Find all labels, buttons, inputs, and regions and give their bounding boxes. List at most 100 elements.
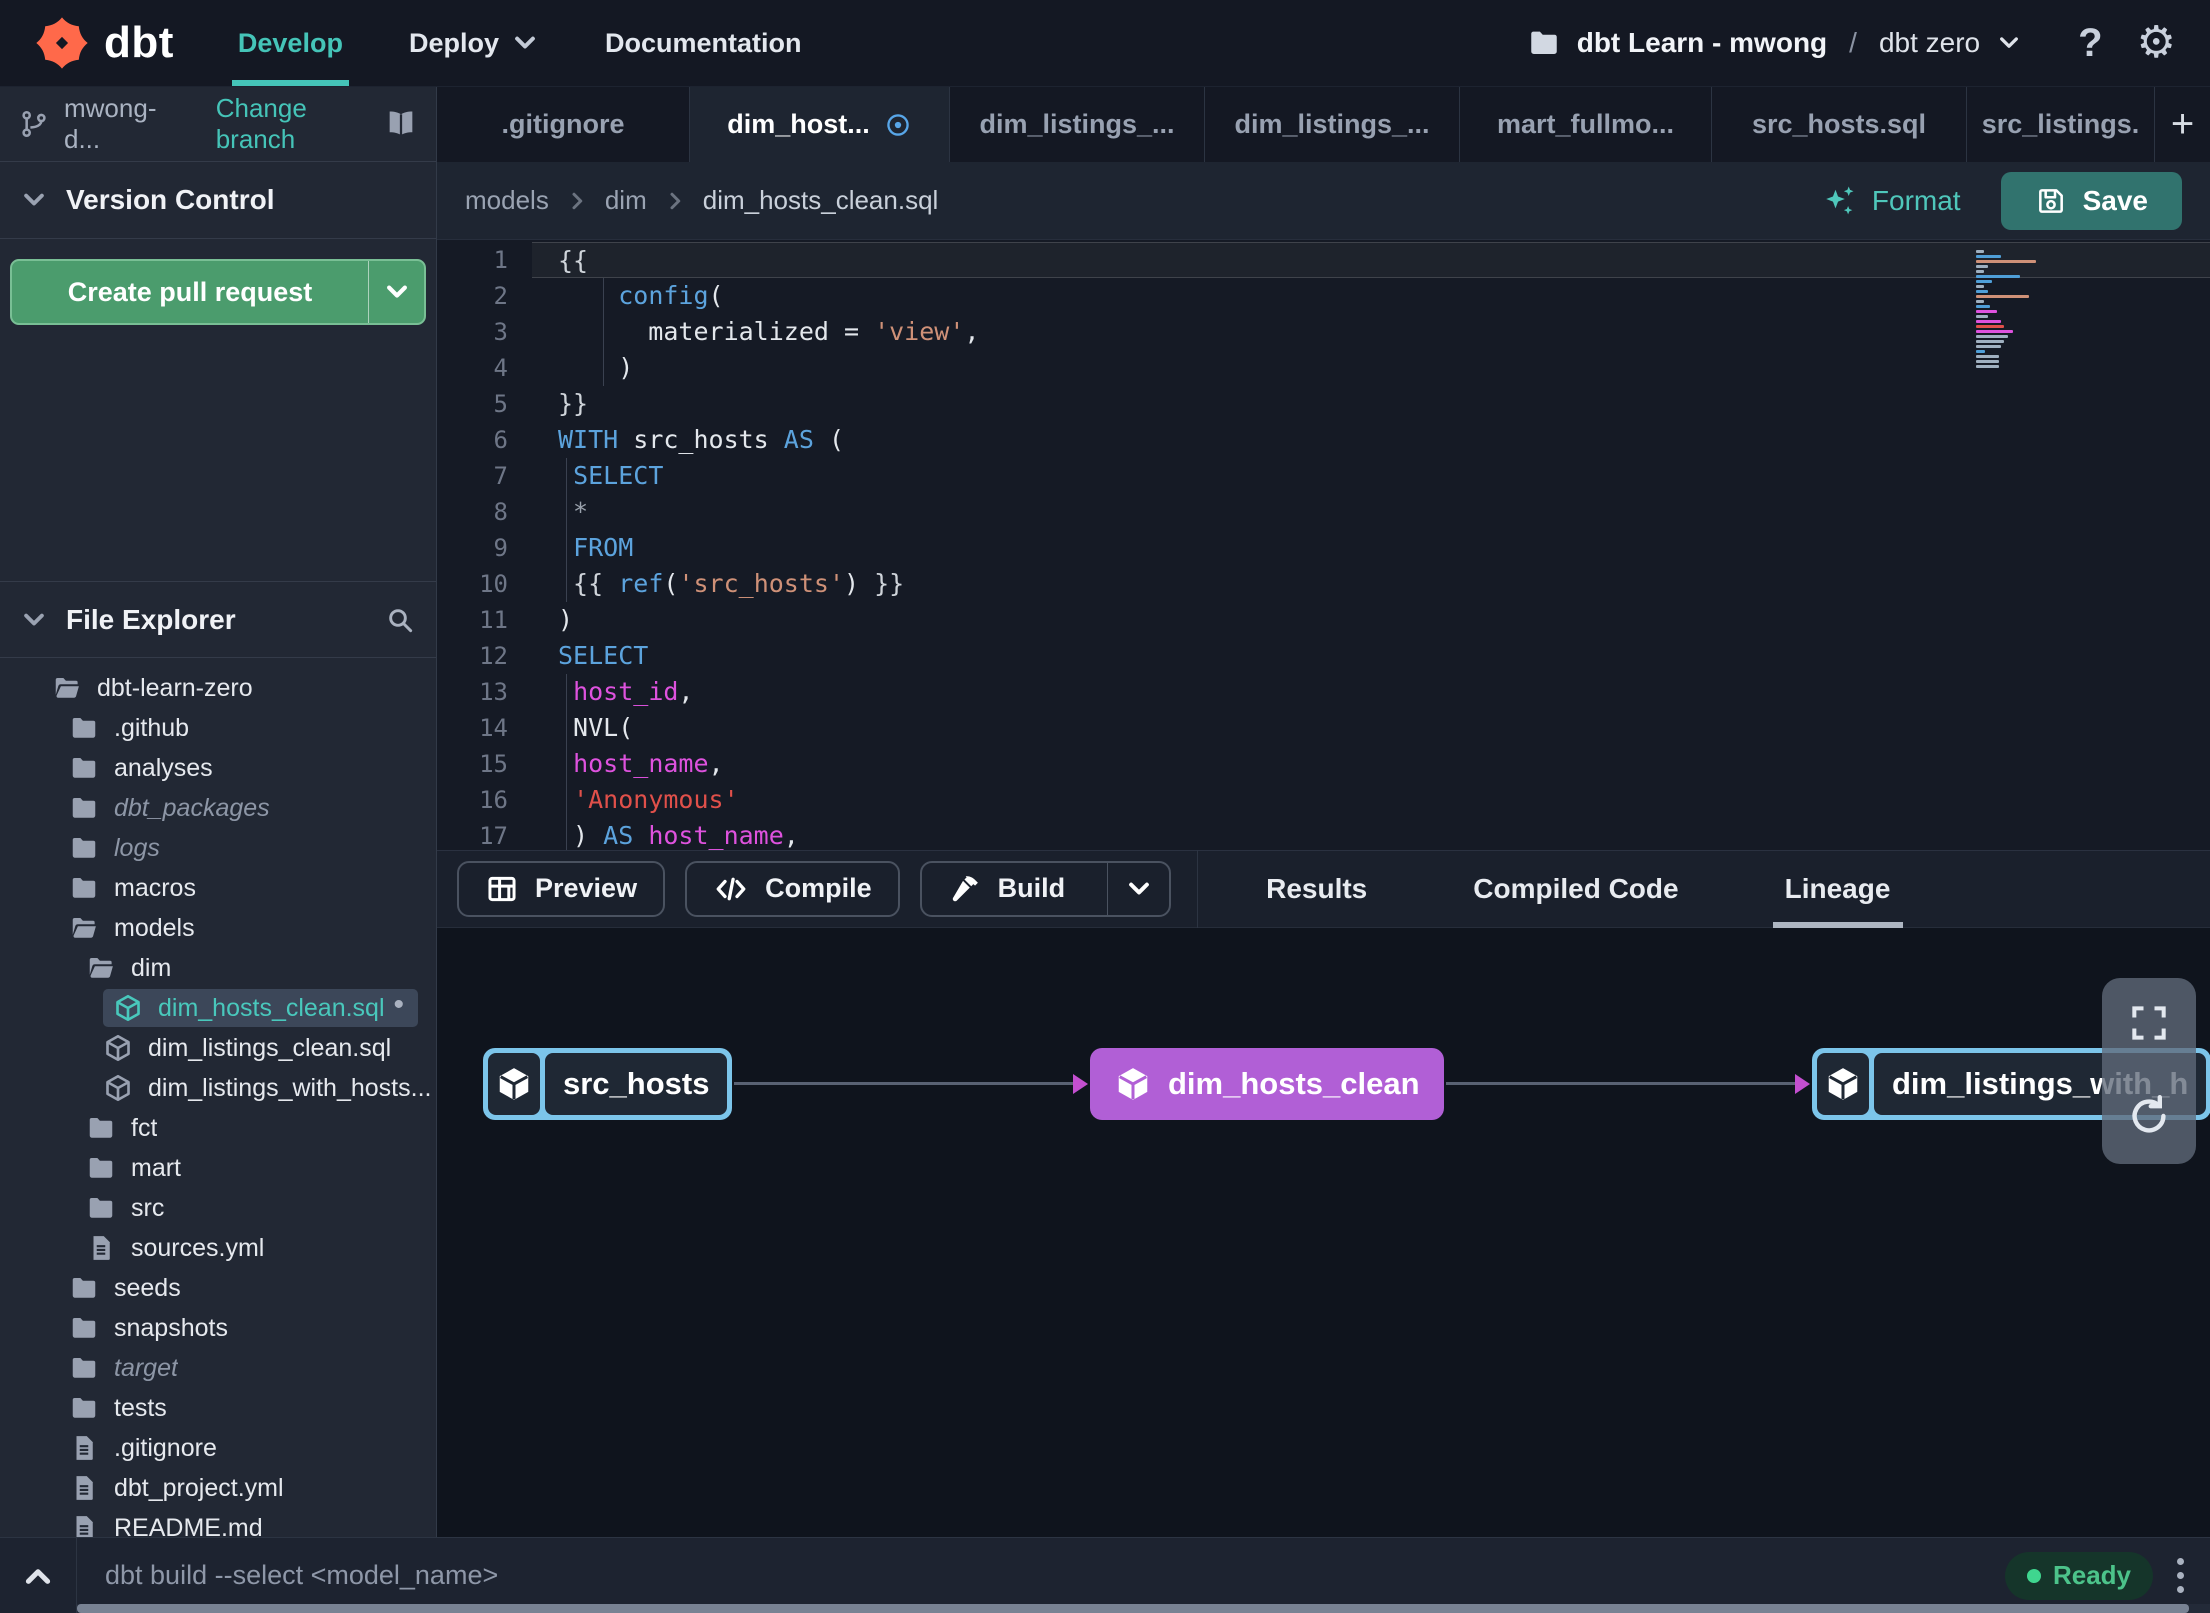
file-tab-src-listings[interactable]: src_listings. [1967,87,2155,162]
code-line-1[interactable]: {{ [532,242,2210,278]
code-line-16[interactable]: 'Anonymous' [532,782,2210,818]
minimap[interactable] [1976,250,2040,370]
tree-item-readme-md[interactable]: README.md [0,1508,436,1537]
build-button[interactable]: Build [919,860,1172,917]
refresh-icon[interactable] [2125,1092,2173,1140]
scrollbar-thumb[interactable] [77,1604,2189,1613]
docs-book-icon[interactable] [384,107,418,141]
build-main-button[interactable]: Build [922,863,1092,915]
panel-tab-compiled-code[interactable]: Compiled Code [1465,850,1686,928]
tree-item-src[interactable]: src [0,1188,436,1228]
preview-button[interactable]: Preview [457,860,666,917]
tree-item-snapshots[interactable]: snapshots [0,1308,436,1348]
tree-item-logs[interactable]: logs [0,828,436,868]
file-tab-src-hosts-sql[interactable]: src_hosts.sql [1712,87,1967,162]
tree-item-github[interactable]: .github [0,708,436,748]
nav-item-deploy[interactable]: Deploy [409,0,539,86]
tree-item-macros[interactable]: macros [0,868,436,908]
format-button[interactable]: Format [1822,183,1961,219]
file-tab-dim-host[interactable]: dim_host... [690,87,950,162]
breadcrumb-chevron-icon [565,189,589,213]
file-tab-dim-listings[interactable]: dim_listings_... [950,87,1205,162]
tree-item-fct[interactable]: fct [0,1108,436,1148]
line-number: 15 [479,750,508,778]
nav-item-develop[interactable]: Develop [231,0,350,86]
code-line-2[interactable]: config( [532,278,2210,314]
tree-item-label: README.md [114,1513,263,1538]
tree-item-analyses[interactable]: analyses [0,748,436,788]
file-tab-mart-fullmo[interactable]: mart_fullmo... [1460,87,1712,162]
file-explorer-header[interactable]: File Explorer [0,581,436,658]
editor-code[interactable]: {{ config( materialized = 'view', )}} WIT… [532,240,2210,850]
line-number: 16 [479,786,508,814]
compile-button[interactable]: Compile [685,860,900,917]
code-line-11[interactable]: ) [532,602,2210,638]
create-pr-dropdown-button[interactable] [368,261,424,323]
tree-item-dim-listings-clean-sql[interactable]: dim_listings_clean.sql [0,1028,436,1068]
horizontal-scrollbar[interactable] [77,1604,2210,1613]
tree-item-sources-yml[interactable]: sources.yml [0,1228,436,1268]
code-line-6[interactable]: WITH src_hosts AS ( [532,422,2210,458]
tree-item-tests[interactable]: tests [0,1388,436,1428]
line-number: 3 [493,318,508,346]
panel-tab-results[interactable]: Results [1258,850,1375,928]
file-tab-label: dim_listings_... [1234,109,1430,139]
file-tab-gitignore[interactable]: .gitignore [437,87,690,162]
tree-item-mart[interactable]: mart [0,1148,436,1188]
tree-item-dim[interactable]: dim [0,948,436,988]
tree-item-seeds[interactable]: seeds [0,1268,436,1308]
panel-tab-lineage[interactable]: Lineage [1777,850,1899,928]
file-tab-dim-listings[interactable]: dim_listings_... [1205,87,1460,162]
file-tab-bar: .gitignore dim_host... dim_listings_... dim… [437,87,2210,162]
tree-item-label: dbt_project.yml [114,1473,284,1502]
code-line-10[interactable]: {{ ref('src_hosts') }} [532,566,2210,602]
tree-item-models[interactable]: models [0,908,436,948]
minimap-line [1976,260,2036,263]
tree-item-dbt-project-yml[interactable]: dbt_project.yml [0,1468,436,1508]
header-right: dbt Learn - mwong / dbt zero ? ⚙ [1527,21,2176,66]
build-dropdown-button[interactable] [1107,862,1169,915]
tree-item-dim-hosts-clean-sql[interactable]: dim_hosts_clean.sql • [0,988,436,1028]
tree-item-gitignore[interactable]: .gitignore [0,1428,436,1468]
version-control-header[interactable]: Version Control [0,162,436,239]
change-branch-link[interactable]: Change branch [216,93,384,155]
save-button[interactable]: Save [2000,171,2182,230]
new-tab-button[interactable]: + [2155,87,2210,162]
tree-item-label: .gitignore [114,1433,217,1462]
tree-item-label: analyses [114,753,213,782]
toolbar-divider [1197,849,1199,928]
fullscreen-icon[interactable] [2127,1001,2171,1045]
overflow-menu-button[interactable] [2177,1558,2184,1593]
project-selector[interactable]: dbt Learn - mwong / dbt zero [1527,26,2022,60]
button-label: Preview [535,873,638,903]
code-line-15[interactable]: host_name, [532,746,2210,782]
tree-item-dim-listings-with-hosts[interactable]: dim_listings_with_hosts... [0,1068,436,1108]
code-line-12[interactable]: SELECT [532,638,2210,674]
code-line-17[interactable]: ) AS host_name, [532,818,2210,850]
dbt-logo[interactable]: dbt [34,15,174,71]
tree-item-dbt-learn-zero[interactable]: dbt-learn-zero [0,668,436,708]
nav-item-documentation[interactable]: Documentation [605,0,802,86]
code-line-3[interactable]: materialized = 'view', [532,314,2210,350]
command-input[interactable] [77,1560,2005,1591]
minimap-line [1976,310,1997,313]
terminal-toggle-button[interactable] [0,1538,77,1613]
lineage-node-dim-hosts-clean[interactable]: dim_hosts_clean [1090,1047,1444,1120]
search-icon[interactable] [384,604,416,636]
help-button[interactable]: ? [2078,21,2102,66]
code-line-7[interactable]: SELECT [532,458,2210,494]
file-icon [69,1513,99,1537]
code-editor[interactable]: 123456789101112131415161718192021222324 … [437,240,2210,850]
ready-label: Ready [2052,1560,2131,1590]
lineage-node-src-hosts[interactable]: src_hosts [483,1047,733,1120]
code-line-13[interactable]: host_id, [532,674,2210,710]
tree-item-dbt-packages[interactable]: dbt_packages [0,788,436,828]
code-line-5[interactable]: }} [532,386,2210,422]
code-line-9[interactable]: FROM [532,530,2210,566]
code-line-4[interactable]: ) [532,350,2210,386]
create-pull-request-button[interactable]: Create pull request [10,259,426,325]
code-line-8[interactable]: * [532,494,2210,530]
code-line-14[interactable]: NVL( [532,710,2210,746]
tree-item-target[interactable]: target [0,1348,436,1388]
settings-gear-icon[interactable]: ⚙ [2137,21,2176,65]
